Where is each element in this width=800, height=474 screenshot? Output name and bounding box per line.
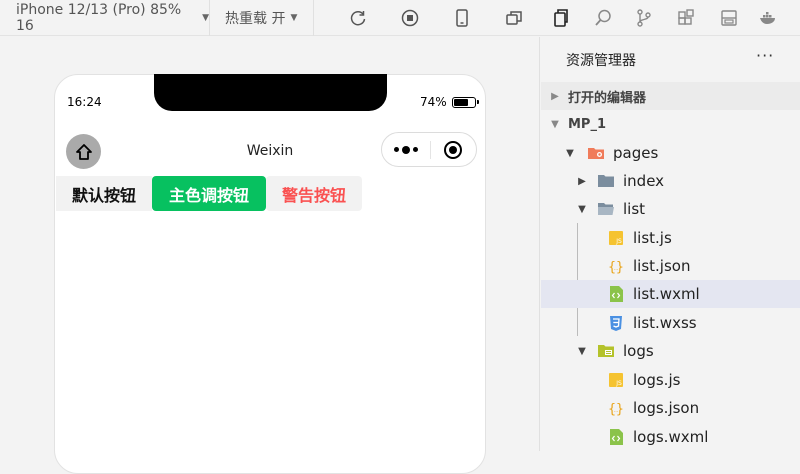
battery-text: 74% (420, 95, 447, 109)
more-dots-icon[interactable] (382, 145, 430, 154)
top-toolbar: iPhone 12/13 (Pro) 85% 16 ▼ 热重载 开 ▼ (0, 0, 800, 36)
explorer-panel: 资源管理器 ··· ▶ 打开的编辑器 ▼ MP_1 ▼ pages ▶ inde… (541, 37, 800, 451)
wxml-file-icon (606, 284, 626, 304)
js-file-icon: JS (606, 370, 626, 390)
warn-button[interactable]: 警告按钮 (266, 176, 362, 211)
svg-text:...: ... (614, 266, 619, 272)
tree-label: pages (613, 144, 659, 162)
tree-file-logs-wxml[interactable]: logs.wxml (541, 423, 800, 451)
home-button[interactable] (66, 134, 101, 169)
tree-file-list-wxml[interactable]: list.wxml (541, 280, 800, 308)
svg-text:JS: JS (615, 238, 622, 245)
tree-label: list.wxml (633, 285, 700, 303)
open-editors-section[interactable]: ▶ 打开的编辑器 (541, 82, 800, 110)
svg-text:JS: JS (615, 380, 622, 387)
css-file-icon (606, 313, 626, 333)
chevron-down-icon: ▼ (578, 203, 586, 215)
refresh-icon[interactable] (348, 8, 368, 28)
docker-icon[interactable] (758, 8, 778, 28)
explorer-title: 资源管理器 (566, 53, 636, 69)
logs-folder-icon (596, 341, 616, 361)
tree-label: list.json (633, 257, 691, 275)
default-button[interactable]: 默认按钮 (56, 176, 152, 211)
more-icon[interactable]: ··· (756, 46, 774, 65)
tree-folder-index[interactable]: ▶ index (541, 167, 800, 195)
search-icon[interactable] (593, 8, 613, 28)
phone-notch (154, 74, 387, 111)
chevron-down-icon: ▼ (566, 147, 574, 159)
device-selector[interactable]: iPhone 12/13 (Pro) 85% 16 ▼ (0, 0, 210, 36)
home-icon (75, 143, 92, 160)
tree-label: list.wxss (633, 314, 697, 332)
chevron-down-icon: ▼ (551, 118, 559, 130)
layout-icon[interactable] (719, 8, 739, 28)
folder-open-icon (596, 199, 616, 219)
js-file-icon: JS (606, 228, 626, 248)
tree-file-list-json[interactable]: {}... list.json (541, 252, 800, 280)
chevron-right-icon: ▶ (551, 90, 559, 102)
status-time: 16:24 (67, 95, 102, 109)
open-editors-label: 打开的编辑器 (568, 90, 647, 106)
svg-text:...: ... (614, 408, 619, 414)
tree-label: index (623, 172, 665, 190)
phone-icon[interactable] (452, 8, 472, 28)
chevron-down-icon: ▼ (202, 13, 209, 23)
json-file-icon: {}... (606, 256, 626, 276)
tree-label: list (623, 200, 646, 218)
tree-file-logs-json[interactable]: {}... logs.json (541, 394, 800, 422)
tree-file-list-js[interactable]: JS list.js (541, 224, 800, 252)
files-icon[interactable] (551, 8, 571, 28)
device-label: iPhone 12/13 (Pro) 85% 16 (16, 2, 182, 34)
branch-icon[interactable] (634, 8, 654, 28)
battery-fill (453, 98, 469, 106)
folder-icon (596, 171, 616, 191)
project-section[interactable]: ▼ MP_1 (541, 110, 800, 138)
tree-file-logs-js[interactable]: JS logs.js (541, 366, 800, 394)
tree-label: logs (623, 342, 654, 360)
project-label: MP_1 (568, 116, 607, 132)
window-icon[interactable] (504, 8, 524, 28)
battery-icon (451, 96, 479, 108)
tree-folder-logs[interactable]: ▼ logs (541, 337, 800, 365)
tree-folder-list[interactable]: ▼ list (541, 195, 800, 223)
button-row: 默认按钮 主色调按钮 警告按钮 (56, 176, 362, 211)
hotreload-label: 热重载 开 (225, 11, 286, 27)
tree-label: logs.json (633, 399, 700, 417)
nav-title: Weixin (246, 143, 294, 159)
tree-label: logs.wxml (633, 428, 709, 446)
status-battery: 74% (420, 95, 479, 109)
pages-folder-icon (586, 143, 606, 163)
hotreload-selector[interactable]: 热重载 开 ▼ (210, 0, 314, 36)
tree-folder-pages[interactable]: ▼ pages (541, 139, 800, 167)
close-target-icon[interactable] (430, 140, 476, 160)
menu-capsule (381, 132, 477, 167)
tree-file-list-wxss[interactable]: list.wxss (541, 309, 800, 337)
chevron-down-icon: ▼ (290, 13, 298, 23)
wxml-file-icon (606, 427, 626, 447)
tree-label: list.js (633, 229, 672, 247)
primary-button[interactable]: 主色调按钮 (152, 176, 266, 211)
extensions-icon[interactable] (676, 8, 696, 28)
stop-icon[interactable] (400, 8, 420, 28)
tree-label: logs.js (633, 371, 681, 389)
json-file-icon: {}... (606, 398, 626, 418)
chevron-down-icon: ▼ (578, 345, 586, 357)
chevron-right-icon: ▶ (578, 175, 586, 187)
